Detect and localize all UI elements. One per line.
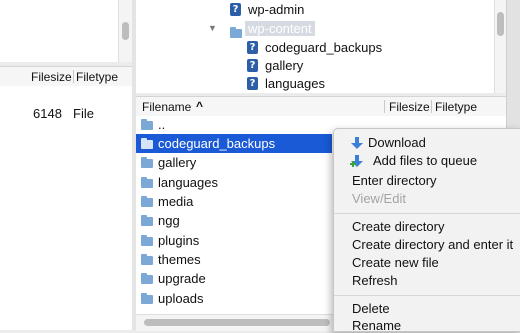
download-arrow-icon [351, 137, 363, 149]
remote-list-hscroll-thumb[interactable] [144, 319, 330, 326]
file-row[interactable]: languages [136, 173, 332, 192]
question-icon: ? [247, 59, 258, 72]
file-name: uploads [158, 291, 204, 306]
file-name: plugins [158, 233, 200, 248]
file-name: ngg [158, 213, 180, 228]
folder-icon [141, 273, 153, 284]
file-name: gallery [158, 155, 197, 170]
file-row[interactable]: plugins [136, 231, 332, 250]
folder-icon [141, 293, 153, 304]
tree-item-label: wp-content [245, 21, 315, 36]
file-row[interactable]: ngg [136, 211, 332, 230]
local-col-divider[interactable] [73, 70, 74, 83]
file-row-selected[interactable]: codeguard_backups [136, 134, 332, 153]
file-row[interactable]: gallery [136, 153, 332, 172]
folder-icon [230, 27, 242, 38]
remote-col-filetype[interactable]: Filetype [435, 100, 477, 114]
expanded-triangle-icon[interactable]: ▼ [208, 23, 217, 33]
local-col-filesize[interactable]: Filesize [31, 70, 72, 84]
folder-icon [141, 138, 153, 149]
file-name: .. [158, 117, 166, 132]
folder-icon [141, 177, 153, 188]
tree-item-label: languages [265, 76, 325, 91]
question-icon: ? [230, 3, 241, 16]
folder-icon [141, 157, 153, 168]
menu-item-label: Download [368, 135, 426, 150]
menu-item-create-directory[interactable]: Create directory [352, 219, 444, 234]
menu-separator [334, 295, 520, 296]
folder-icon [141, 196, 153, 207]
remote-tree-panel[interactable]: ? wp-admin ▼ wp-content ? codeguard_back… [136, 0, 494, 93]
file-row[interactable]: media [136, 192, 332, 211]
question-icon: ? [247, 77, 258, 90]
menu-item-rename[interactable]: Rename [352, 318, 401, 333]
tree-item-label: gallery [265, 58, 304, 73]
remote-list-header: Filename ^ Filesize Filetype [136, 96, 506, 117]
tree-item-label: codeguard_backups [265, 40, 383, 55]
sort-ascending-icon[interactable]: ^ [196, 99, 203, 113]
context-menu: Download Add files to queue Enter direct… [333, 128, 520, 333]
tree-item-wp-content[interactable]: wp-content [230, 20, 315, 38]
file-row[interactable]: uploads [136, 289, 332, 308]
file-name: media [158, 194, 194, 209]
file-name: codeguard_backups [158, 136, 276, 151]
remote-tree-scroll-thumb[interactable] [497, 12, 504, 36]
local-tree-scrollbar[interactable] [118, 0, 133, 62]
menu-item-refresh[interactable]: Refresh [352, 273, 398, 288]
local-file-list[interactable]: 6148 File [0, 86, 132, 330]
file-name: themes [158, 252, 201, 267]
file-name: upgrade [158, 271, 206, 286]
file-row[interactable]: upgrade [136, 269, 332, 288]
remote-col-divider[interactable] [431, 100, 432, 113]
menu-separator [334, 213, 520, 214]
file-name: languages [158, 175, 218, 190]
pane-divider[interactable] [132, 0, 136, 330]
remote-col-divider[interactable] [384, 100, 385, 113]
menu-item-create-new-file[interactable]: Create new file [352, 255, 439, 270]
question-icon: ? [247, 41, 258, 54]
file-row[interactable]: themes [136, 250, 332, 269]
menu-item-create-directory-enter[interactable]: Create directory and enter it [352, 237, 513, 252]
folder-icon [141, 119, 153, 130]
menu-item-label: Add files to queue [373, 153, 478, 168]
local-list-header: Filesize Filetype [0, 66, 132, 87]
menu-item-delete[interactable]: Delete [352, 301, 390, 316]
menu-item-add-to-queue[interactable]: Add files to queue [350, 153, 478, 168]
local-tree-panel[interactable] [0, 0, 118, 62]
menu-item-view-edit: View/Edit [352, 191, 406, 206]
menu-item-download[interactable]: Download [351, 135, 426, 150]
remote-col-filesize[interactable]: Filesize [389, 100, 430, 114]
file-row[interactable]: .. [136, 115, 332, 134]
local-col-filetype[interactable]: Filetype [76, 70, 118, 84]
tree-item-label: wp-admin [248, 2, 305, 17]
local-file-size: 6148 [33, 106, 62, 121]
local-file-row[interactable]: 6148 File [0, 105, 132, 123]
add-to-queue-icon [350, 155, 363, 167]
menu-item-enter-directory[interactable]: Enter directory [352, 173, 437, 188]
local-file-type: File [73, 106, 94, 121]
folder-icon [141, 235, 153, 246]
folder-icon [141, 215, 153, 226]
folder-icon [141, 254, 153, 265]
local-tree-scroll-thumb[interactable] [122, 22, 129, 40]
remote-col-filename[interactable]: Filename [142, 100, 191, 114]
remote-list-hscrollbar[interactable] [136, 314, 334, 331]
